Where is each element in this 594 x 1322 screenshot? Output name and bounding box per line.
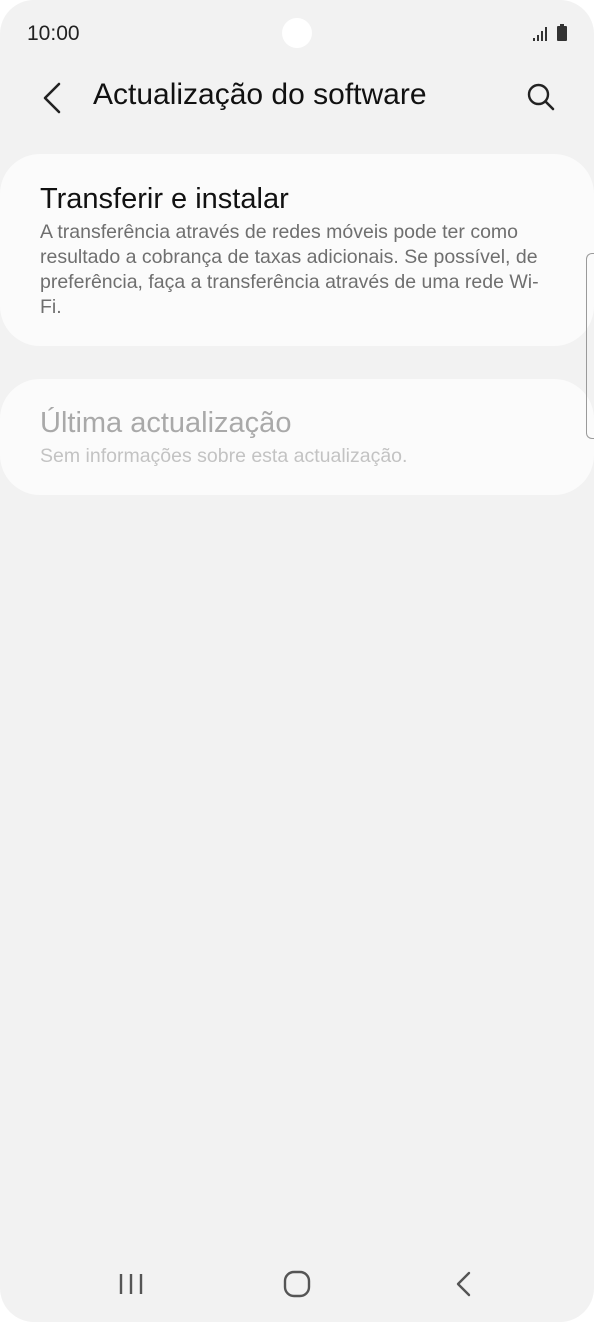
search-icon [527, 83, 555, 111]
camera-cutout [282, 18, 312, 48]
download-install-title: Transferir e instalar [40, 183, 289, 215]
signal-icon [533, 27, 547, 41]
last-update-description: Sem informações sobre esta actualização. [40, 445, 408, 467]
phone-screen: 10:00 Actualização do software Transferi… [0, 0, 594, 1322]
last-update-card: Última actualização Sem informações sobr… [0, 379, 594, 495]
page-title: Actualização do software [93, 78, 427, 111]
download-install-description: A transferência através de redes móveis … [40, 221, 539, 318]
recent-apps-button[interactable] [101, 1260, 161, 1308]
app-header: Actualização do software [0, 68, 594, 128]
status-time: 10:00 [27, 22, 80, 45]
back-icon [456, 1271, 471, 1297]
home-icon [283, 1270, 311, 1298]
chevron-left-icon [43, 82, 61, 114]
download-install-card[interactable]: Transferir e instalar A transferência at… [0, 154, 594, 346]
system-back-button[interactable] [434, 1260, 494, 1308]
search-button[interactable] [518, 74, 564, 120]
status-bar: 10:00 [0, 0, 594, 68]
home-button[interactable] [267, 1260, 327, 1308]
navigation-bar [0, 1246, 594, 1322]
last-update-title: Última actualização [40, 407, 292, 439]
recent-apps-icon [119, 1274, 143, 1294]
scroll-indicator[interactable] [586, 253, 594, 439]
battery-icon [557, 24, 567, 41]
back-button[interactable] [30, 76, 74, 120]
